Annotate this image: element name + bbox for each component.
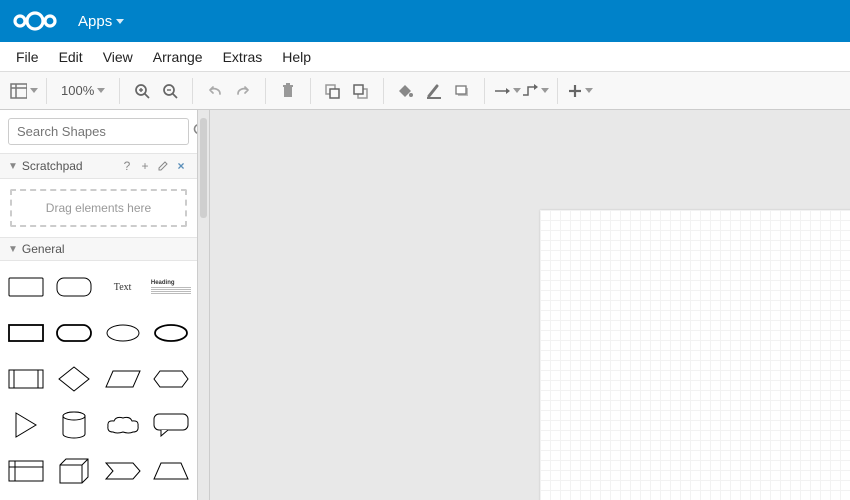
shape-process[interactable] <box>4 361 48 397</box>
scrollbar-thumb[interactable] <box>200 118 207 218</box>
menu-extras[interactable]: Extras <box>213 45 273 69</box>
collapse-icon: ▼ <box>8 244 18 255</box>
chevron-down-icon <box>513 88 521 93</box>
general-title: General <box>22 242 189 256</box>
chevron-down-icon <box>116 19 124 24</box>
shapes-palette: Text Heading <box>0 261 197 497</box>
collapse-icon: ▼ <box>8 161 18 172</box>
scratchpad-title: Scratchpad <box>22 159 117 173</box>
shape-rectangle-bold[interactable] <box>4 315 48 351</box>
menu-file[interactable]: File <box>6 45 49 69</box>
shape-step[interactable] <box>101 453 145 489</box>
chevron-down-icon <box>30 88 38 93</box>
shape-triangle[interactable] <box>4 407 48 443</box>
apps-dropdown-label: Apps <box>78 13 112 30</box>
zoom-out-button[interactable] <box>156 77 184 105</box>
apps-dropdown[interactable]: Apps <box>72 9 130 34</box>
menu-view[interactable]: View <box>93 45 143 69</box>
scratchpad-panel-header[interactable]: ▼ Scratchpad ? + × <box>0 153 197 179</box>
search-shapes-field[interactable] <box>8 118 189 145</box>
shapes-sidebar: ▼ Scratchpad ? + × Drag elements here ▼ … <box>0 110 198 500</box>
shape-parallelogram[interactable] <box>101 361 145 397</box>
edit-icon[interactable] <box>155 158 171 174</box>
menu-edit[interactable]: Edit <box>49 45 93 69</box>
help-icon[interactable]: ? <box>119 158 135 174</box>
stroke-color-button[interactable] <box>420 77 448 105</box>
fill-color-button[interactable] <box>392 77 420 105</box>
shadow-button[interactable] <box>448 77 476 105</box>
scratchpad-body: Drag elements here <box>0 179 197 237</box>
zoom-in-button[interactable] <box>128 77 156 105</box>
shape-hexagon[interactable] <box>149 361 193 397</box>
main-area: ▼ Scratchpad ? + × Drag elements here ▼ … <box>0 110 850 500</box>
zoom-label-text: 100% <box>61 83 94 98</box>
shape-rounded-rectangle[interactable] <box>52 269 96 305</box>
connection-type-button[interactable] <box>493 77 521 105</box>
add-icon[interactable]: + <box>137 158 153 174</box>
menu-help[interactable]: Help <box>272 45 321 69</box>
shape-callout[interactable] <box>149 407 193 443</box>
shape-ellipse[interactable] <box>101 315 145 351</box>
app-header: Apps <box>0 0 850 42</box>
shape-text[interactable]: Text <box>101 269 145 305</box>
chevron-down-icon <box>585 88 593 93</box>
zoom-level-dropdown[interactable]: 100% <box>55 83 111 98</box>
general-panel-header[interactable]: ▼ General <box>0 237 197 261</box>
menu-arrange[interactable]: Arrange <box>143 45 213 69</box>
search-shapes-input[interactable] <box>17 124 193 139</box>
nextcloud-logo <box>10 8 60 34</box>
shape-rectangle[interactable] <box>4 269 48 305</box>
chevron-down-icon <box>541 88 549 93</box>
shape-cloud[interactable] <box>101 407 145 443</box>
shape-rounded-rectangle-bold[interactable] <box>52 315 96 351</box>
shape-trapezoid[interactable] <box>149 453 193 489</box>
sidebar-splitter[interactable] <box>198 110 210 500</box>
delete-button[interactable] <box>274 77 302 105</box>
canvas[interactable] <box>210 110 850 500</box>
insert-button[interactable] <box>566 77 594 105</box>
shape-internal-storage[interactable] <box>4 453 48 489</box>
shape-heading[interactable]: Heading <box>149 269 193 305</box>
shape-cube[interactable] <box>52 453 96 489</box>
shape-ellipse-bold[interactable] <box>149 315 193 351</box>
shape-cylinder[interactable] <box>52 407 96 443</box>
scratchpad-drop-area[interactable]: Drag elements here <box>10 189 187 227</box>
toolbar: 100% <box>0 72 850 110</box>
drawing-page[interactable] <box>540 210 850 500</box>
menubar: File Edit View Arrange Extras Help <box>0 42 850 72</box>
to-back-button[interactable] <box>347 77 375 105</box>
close-icon[interactable]: × <box>173 158 189 174</box>
view-layout-button[interactable] <box>10 77 38 105</box>
shape-diamond[interactable] <box>52 361 96 397</box>
to-front-button[interactable] <box>319 77 347 105</box>
undo-button[interactable] <box>201 77 229 105</box>
chevron-down-icon <box>97 88 105 93</box>
scratchpad-hint: Drag elements here <box>46 201 151 215</box>
redo-button[interactable] <box>229 77 257 105</box>
waypoint-style-button[interactable] <box>521 77 549 105</box>
